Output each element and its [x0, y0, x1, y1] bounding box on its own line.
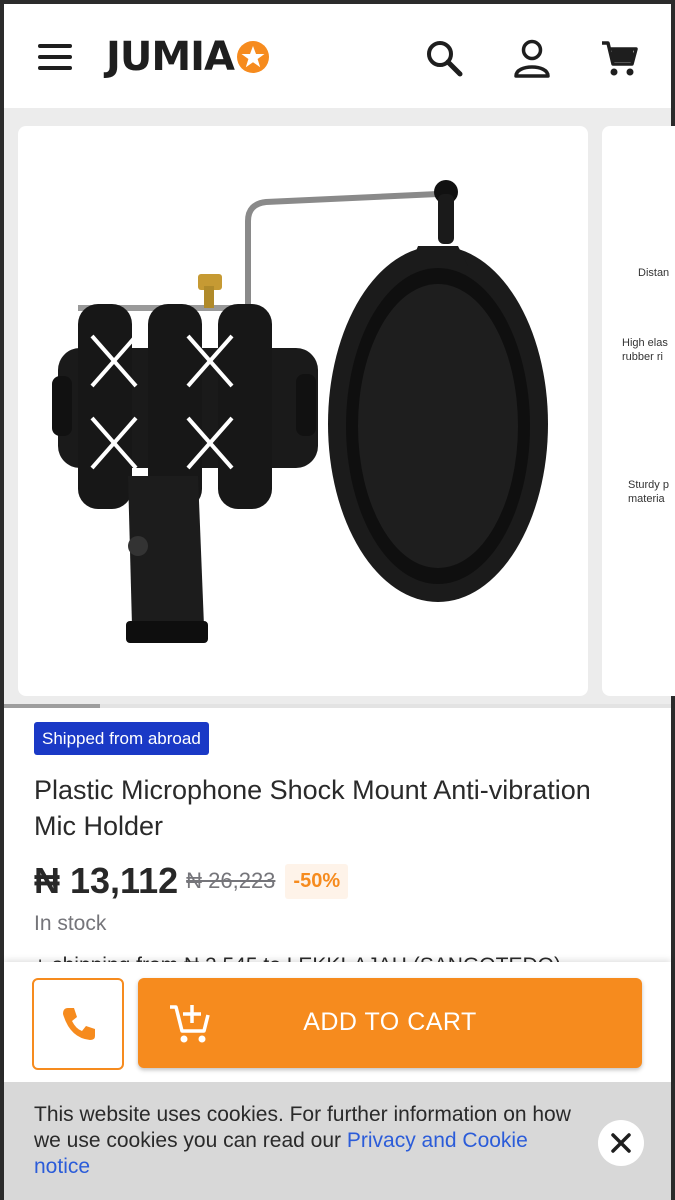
discount-badge: -50%	[285, 863, 349, 899]
add-to-cart-button[interactable]: ADD TO CART	[138, 978, 642, 1068]
product-image[interactable]	[18, 126, 588, 696]
next-product-image[interactable]: Distan High elas rubber ri Sturdy p mate…	[602, 126, 675, 696]
jumia-logo[interactable]: JUMIA	[106, 34, 270, 80]
search-icon[interactable]	[424, 38, 464, 78]
account-icon[interactable]	[512, 38, 552, 78]
action-bar: ADD TO CART	[4, 962, 671, 1082]
peek-label: Distan	[638, 267, 670, 279]
product-gallery[interactable]: Distan High elas rubber ri Sturdy p mate…	[4, 108, 675, 708]
stock-status: In stock	[34, 912, 107, 935]
gallery-scrollbar[interactable]	[4, 704, 671, 708]
price-row: ₦ 13,112 ₦ 26,223 -50%	[34, 860, 349, 902]
shipped-from-abroad-badge[interactable]: Shipped from abroad	[34, 722, 209, 755]
cookie-close-button[interactable]	[598, 1120, 644, 1166]
current-price: ₦ 13,112	[34, 860, 179, 901]
gallery-scroll-thumb[interactable]	[4, 704, 100, 708]
peek-label: High elas rubber ri	[622, 337, 668, 363]
old-price: ₦ 26,223	[186, 868, 276, 893]
cookie-banner: This website uses cookies. For further i…	[4, 1082, 671, 1200]
star-logo-icon	[237, 41, 270, 73]
peek-label: Sturdy p materia	[628, 479, 669, 505]
close-icon	[611, 1133, 631, 1153]
logo-text: JUMIA	[106, 34, 235, 80]
phone-icon	[63, 1008, 95, 1040]
top-app-bar: JUMIA	[4, 4, 671, 108]
microphone-mount-illustration	[52, 180, 548, 643]
call-button[interactable]	[32, 978, 124, 1070]
menu-icon[interactable]	[38, 44, 74, 70]
cart-icon[interactable]	[600, 38, 640, 78]
cookie-message: This website uses cookies. For further i…	[34, 1102, 579, 1180]
add-to-cart-label: ADD TO CART	[303, 1008, 477, 1036]
product-title: Plastic Microphone Shock Mount Anti-vibr…	[34, 775, 591, 841]
